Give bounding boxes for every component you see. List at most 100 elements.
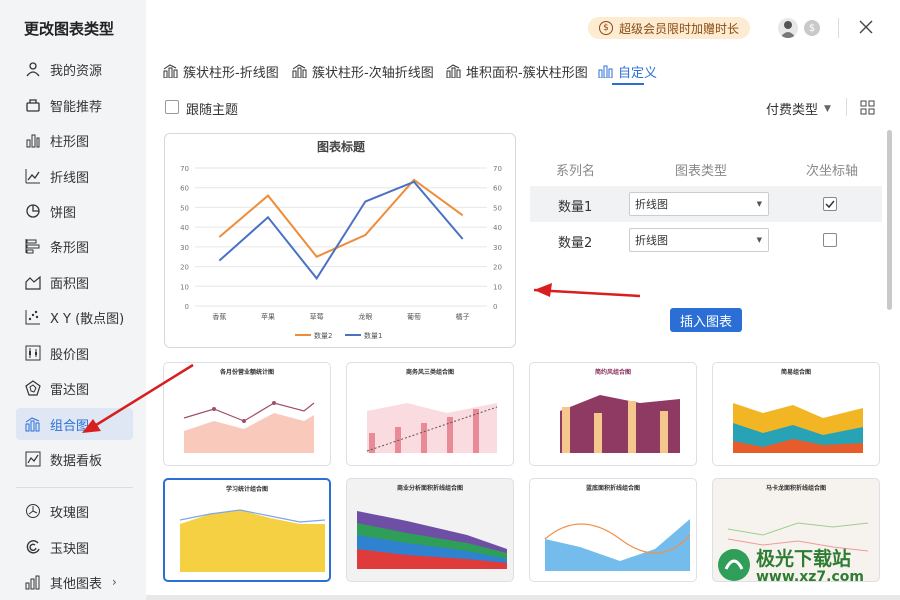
active-tab-indicator <box>612 83 644 85</box>
y-tick-label: 0 <box>185 303 189 311</box>
series-type-select[interactable]: 折线图 ▼ <box>629 192 769 216</box>
scatter-chart-icon <box>24 308 42 326</box>
caret-down-icon: ▼ <box>756 200 762 208</box>
scrollbar[interactable] <box>887 130 892 310</box>
follow-theme-label: 跟随主题 <box>186 103 239 118</box>
sidebar-item-label: 组合图 <box>50 418 90 434</box>
preview-chart-svg: 图表标题 0 0 10 10 20 20 30 30 40 40 50 50 60 60 70 70 香蕉 苹果 草莓… <box>180 139 502 340</box>
thumbnail-preview <box>366 403 498 453</box>
jade-ring-chart-icon <box>24 538 42 556</box>
sidebar-item-label: 柱形图 <box>50 134 90 150</box>
thumbnail-title: 学习统计组合图 <box>225 486 268 493</box>
combo-chart-icon <box>446 64 462 78</box>
template-thumbnail[interactable]: 商务风三类组合图 <box>346 362 514 466</box>
sidebar-item[interactable]: 面积图 <box>16 266 133 298</box>
sidebar-item[interactable]: 股价图 <box>16 337 133 369</box>
combo-chart-icon <box>292 64 308 78</box>
template-thumbnail[interactable]: 商业分析面积折线组合图 <box>346 478 514 582</box>
promo-badge[interactable]: $ 超级会员限时加赠时长 <box>588 17 750 39</box>
legend-label: 数量2 <box>314 331 332 340</box>
template-thumbnail[interactable]: 蓝底面积折线组合图 <box>529 478 697 582</box>
template-thumbnail-selected[interactable]: 学习统计组合图 <box>163 478 331 582</box>
series-name-header: 系列名 <box>556 164 596 179</box>
sidebar-item-label: 智能推荐 <box>50 99 103 115</box>
combo-chart-icon <box>24 415 42 433</box>
pay-type-label: 付费类型 <box>766 103 819 118</box>
thumbnail-preview <box>544 519 691 571</box>
sidebar-divider <box>16 487 133 488</box>
y-tick-label: 30 <box>180 244 189 252</box>
rose-chart-icon <box>24 502 42 520</box>
custom-chart-icon <box>598 64 614 78</box>
sidebar-item[interactable]: 饼图 <box>16 195 133 227</box>
secondary-axis-checkbox[interactable] <box>823 233 837 247</box>
thumbnail-title: 马卡龙面积折线组合图 <box>765 485 826 492</box>
x-tick-label: 龙眼 <box>358 312 372 321</box>
tab-custom[interactable]: 自定义 <box>598 60 657 82</box>
y-tick-label: 10 <box>180 283 189 291</box>
insert-chart-button[interactable]: 插入图表 <box>670 308 742 332</box>
series-line <box>218 180 464 281</box>
chevron-right-icon: › <box>112 575 117 589</box>
series-type-select[interactable]: 折线图 ▼ <box>629 228 769 252</box>
series-name: 数量1 <box>558 200 593 215</box>
header-divider <box>838 18 839 38</box>
sidebar-item-label: 饼图 <box>50 205 77 221</box>
y-tick-label: 40 <box>180 224 189 232</box>
dashboard-icon <box>24 450 42 468</box>
series-line <box>218 178 464 258</box>
sidebar-item-label: 条形图 <box>50 240 90 256</box>
sidebar-item[interactable]: 雷达图 <box>16 372 133 404</box>
series-type-value: 折线图 <box>635 198 668 211</box>
sidebar-item[interactable]: 智能推荐 <box>16 89 133 121</box>
caret-down-icon: ▼ <box>824 103 831 114</box>
y-tick-label: 60 <box>180 185 189 193</box>
sidebar-item[interactable]: 数据看板 <box>16 443 133 475</box>
line-chart-icon <box>24 167 42 185</box>
coin-icon[interactable]: $ <box>804 20 820 36</box>
y2-tick-label: 40 <box>493 224 502 232</box>
tab-label: 堆积面积-簇状柱形图 <box>466 65 588 81</box>
sidebar-item[interactable]: 条形图 <box>16 230 133 262</box>
sidebar-item-label: 玫瑰图 <box>50 505 90 521</box>
tab-label: 自定义 <box>618 65 658 81</box>
tab-label: 簇状柱形-次轴折线图 <box>312 65 434 81</box>
y2-tick-label: 50 <box>493 204 502 212</box>
sidebar-item[interactable]: 组合图 <box>16 408 133 440</box>
dollar-icon: $ <box>598 21 613 35</box>
column-chart-icon <box>24 131 42 149</box>
follow-theme-checkbox[interactable] <box>165 100 179 114</box>
grid-view-icon[interactable] <box>860 100 875 115</box>
template-thumbnail[interactable]: 各月份营业额统计图 <box>163 362 331 466</box>
bottom-border <box>146 595 900 600</box>
template-thumbnail[interactable]: 简约风组合图 <box>529 362 697 466</box>
y-tick-label: 50 <box>180 204 189 212</box>
template-thumbnail[interactable]: 简易组合图 <box>712 362 880 466</box>
tab-stacked-area-clustered-column[interactable]: 堆积面积-簇状柱形图 <box>446 60 588 82</box>
avatar[interactable] <box>778 18 798 38</box>
y-tick-label: 70 <box>180 165 189 173</box>
secondary-axis-checkbox[interactable] <box>823 197 837 211</box>
sidebar-item-label: 股价图 <box>50 347 90 363</box>
thumbnail-preview <box>560 395 680 453</box>
star-icon <box>24 96 42 114</box>
sidebar-item[interactable]: X Y (散点图) <box>16 301 133 333</box>
sidebar-item[interactable]: 玫瑰图 <box>16 495 133 527</box>
tab-clustered-column-secondary-line[interactable]: 簇状柱形-次轴折线图 <box>292 60 434 82</box>
sidebar-item[interactable]: 折线图 <box>16 160 133 192</box>
thumbnail-preview <box>357 511 507 569</box>
user-icon <box>24 60 42 78</box>
thumbnail-title: 简约风组合图 <box>594 369 631 376</box>
thumbnail-title: 各月份营业额统计图 <box>219 369 274 376</box>
pay-type-dropdown[interactable]: 付费类型 ▼ <box>766 99 831 118</box>
sidebar-item[interactable]: 其他图表 › <box>16 566 133 598</box>
sidebar-title: 更改图表类型 <box>24 20 115 38</box>
y-tick-label: 20 <box>180 264 189 272</box>
sidebar-item[interactable]: 我的资源 <box>16 53 133 85</box>
area-chart-icon <box>24 273 42 291</box>
sidebar-item[interactable]: 柱形图 <box>16 124 133 156</box>
tab-clustered-column-line[interactable]: 簇状柱形-折线图 <box>163 60 279 82</box>
close-icon[interactable] <box>857 18 875 36</box>
y2-tick-label: 70 <box>493 165 502 173</box>
sidebar-item[interactable]: 玉玦图 <box>16 531 133 563</box>
